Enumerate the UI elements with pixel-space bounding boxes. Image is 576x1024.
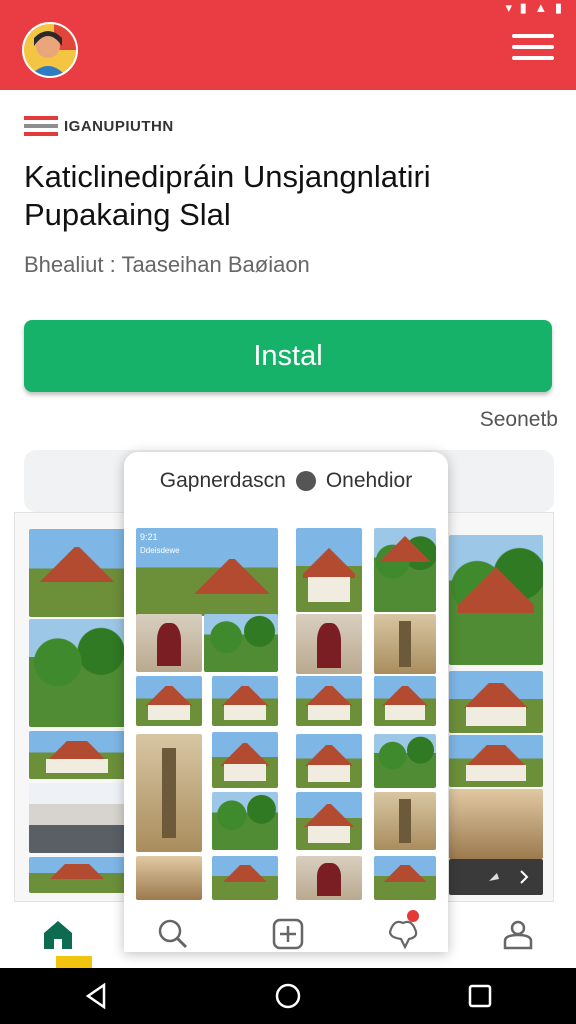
gallery-photo[interactable] [449, 671, 543, 733]
app-title-line-2: Pupakaing Slal [24, 197, 231, 232]
gallery-photo[interactable] [449, 789, 543, 859]
back-button[interactable] [68, 972, 124, 1020]
app-title-line-1: Katiclinedipráin Unsjangnlatiri [24, 159, 431, 194]
developer-brand: IGANUPIUTHN [24, 116, 174, 136]
gallery-photo[interactable] [136, 734, 202, 852]
notification-icon [389, 920, 418, 950]
brand-name: IGANUPIUTHN [64, 117, 174, 135]
gallery-photo[interactable] [374, 614, 436, 674]
home-button[interactable] [260, 972, 316, 1020]
home-icon [43, 921, 72, 949]
app-page: ▾ ▮ ▲ ▮ IGANUPIUTHN Katiclinedipráin Uns… [0, 0, 576, 1024]
gallery-photo[interactable] [374, 676, 436, 726]
gallery-photo[interactable] [449, 535, 543, 665]
recents-icon [468, 984, 492, 1008]
app-subtitle: Bhealiut : Taaseihan Baøiaon [24, 252, 310, 277]
card-title: Gapnerdascn [159, 469, 286, 492]
flag-icon [24, 116, 58, 136]
profile-icon [504, 920, 533, 950]
gallery-photo[interactable] [296, 734, 362, 788]
status-bar: ▾ ▮ ▲ ▮ [505, 0, 564, 15]
gallery-photo[interactable] [296, 792, 362, 850]
gallery-photo[interactable] [374, 734, 436, 788]
gallery-photo[interactable] [296, 856, 362, 900]
gallery-photo[interactable] [374, 856, 436, 900]
nav-search[interactable] [143, 904, 203, 964]
app-title: Katiclinedipráin Unsjangnlatiri Pupakain… [24, 158, 544, 234]
gallery-photo[interactable] [296, 614, 362, 674]
gallery-photo[interactable] [136, 856, 202, 900]
phone-label: Ddeisdewe [140, 546, 180, 555]
active-tab-indicator [56, 956, 92, 968]
gallery-photo[interactable] [29, 857, 125, 893]
home-circle-icon [275, 983, 301, 1009]
gallery-photo[interactable] [204, 614, 278, 672]
gallery-photo[interactable] [296, 528, 362, 612]
gallery-photo[interactable] [136, 614, 202, 672]
plus-icon [272, 918, 304, 950]
gallery-photo[interactable] [29, 783, 125, 853]
gallery-photo[interactable] [212, 856, 278, 900]
gallery-photo[interactable] [374, 792, 436, 850]
gallery-photo[interactable] [449, 735, 543, 787]
phone-time: 9:21 [140, 532, 158, 542]
gallery-photo[interactable] [212, 732, 278, 788]
screenshot-card[interactable]: Gapnerdascn Onehdior 9:21 Ddeisdewe [124, 452, 448, 952]
gallery-photo[interactable]: 9:21 Ddeisdewe [136, 528, 278, 616]
nav-home[interactable] [28, 904, 88, 964]
gallery-photo[interactable] [296, 676, 362, 726]
install-button[interactable]: Instal [24, 320, 552, 392]
gallery-photo[interactable] [29, 529, 125, 617]
search-icon [158, 919, 187, 949]
gallery-photo[interactable] [212, 792, 278, 850]
see-more-link[interactable]: Seonetb [480, 408, 558, 432]
gallery-photo[interactable] [374, 528, 436, 612]
gallery-photo[interactable] [212, 676, 278, 726]
avatar-icon [24, 24, 76, 76]
system-nav-bar [0, 968, 576, 1024]
camera-icon [295, 471, 316, 491]
gallery-photo[interactable] [136, 676, 202, 726]
gallery-next-button[interactable] [449, 859, 543, 895]
nav-add[interactable] [258, 904, 318, 964]
menu-button[interactable] [512, 34, 554, 64]
recents-button[interactable] [452, 972, 508, 1020]
nav-profile[interactable] [488, 904, 548, 964]
gallery-photo[interactable] [29, 619, 125, 727]
card-title-suffix: Onehdior [325, 469, 413, 492]
back-icon [85, 983, 106, 1009]
gallery-photo[interactable] [29, 731, 125, 779]
header-bar: ▾ ▮ ▲ ▮ [0, 0, 576, 90]
nav-notifications[interactable] [373, 904, 433, 964]
card-header: Gapnerdascn Onehdior [124, 452, 448, 510]
avatar[interactable] [22, 22, 78, 78]
hamburger-icon [512, 34, 554, 38]
chevron-right-icon [489, 870, 529, 884]
